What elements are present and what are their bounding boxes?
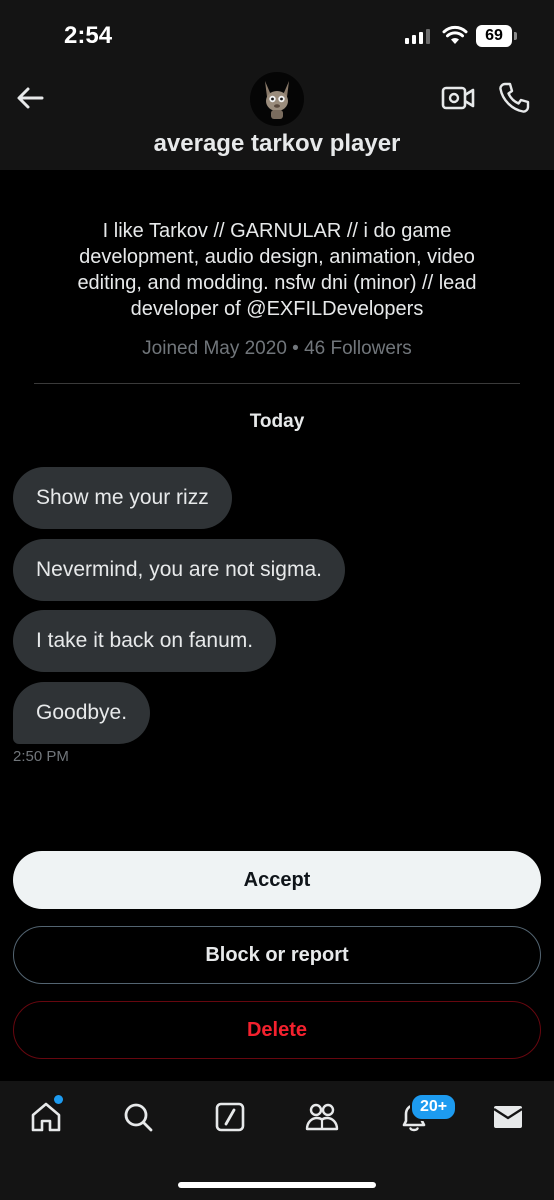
search-icon — [124, 1103, 153, 1132]
nav-messages[interactable] — [488, 1097, 528, 1137]
block-or-report-button[interactable]: Block or report — [13, 926, 541, 984]
messages-icon — [493, 1106, 523, 1128]
home-notification-dot — [54, 1095, 63, 1104]
message-bubble[interactable]: I take it back on fanum. — [13, 610, 277, 672]
wifi-icon — [442, 25, 468, 44]
message-bubble[interactable]: Show me your rizz — [13, 467, 232, 529]
profile-bio: I like Tarkov // GARNULAR // i do game d… — [77, 220, 477, 320]
day-separator: Today — [249, 411, 305, 432]
video-call-icon[interactable] — [440, 82, 476, 114]
battery-indicator: 69 — [476, 25, 512, 47]
nav-grok[interactable] — [210, 1097, 250, 1137]
accept-button[interactable]: Accept — [13, 851, 541, 909]
message-timestamp: 2:50 PM — [13, 748, 69, 765]
phone-call-icon[interactable] — [496, 80, 532, 116]
fox-avatar-icon — [265, 81, 289, 119]
grok-icon — [215, 1102, 245, 1132]
status-time: 2:54 — [64, 22, 113, 49]
battery-level: 69 — [485, 27, 503, 44]
dm-request-screen: 2:54 69 average tarkov player I like Tar… — [0, 0, 554, 1200]
message-bubble[interactable]: Goodbye. — [13, 682, 151, 744]
cellular-signal-icon — [405, 28, 430, 44]
message-bubble[interactable]: Nevermind, you are not sigma. — [13, 539, 345, 601]
notifications-badge: 20+ — [410, 1093, 458, 1121]
divider — [34, 383, 520, 384]
battery-tip — [514, 32, 517, 40]
home-icon — [31, 1102, 61, 1132]
home-indicator — [178, 1182, 376, 1188]
profile-meta: Joined May 2020 • 46 Followers — [142, 338, 412, 359]
back-arrow-icon[interactable] — [14, 82, 46, 114]
top-bar: 2:54 69 average tarkov player — [0, 0, 554, 170]
communities-icon — [305, 1103, 339, 1131]
nav-search[interactable] — [118, 1097, 158, 1137]
nav-communities[interactable] — [302, 1097, 342, 1137]
page-title[interactable]: average tarkov player — [0, 130, 554, 158]
avatar[interactable] — [250, 72, 304, 126]
delete-button[interactable]: Delete — [13, 1001, 541, 1059]
